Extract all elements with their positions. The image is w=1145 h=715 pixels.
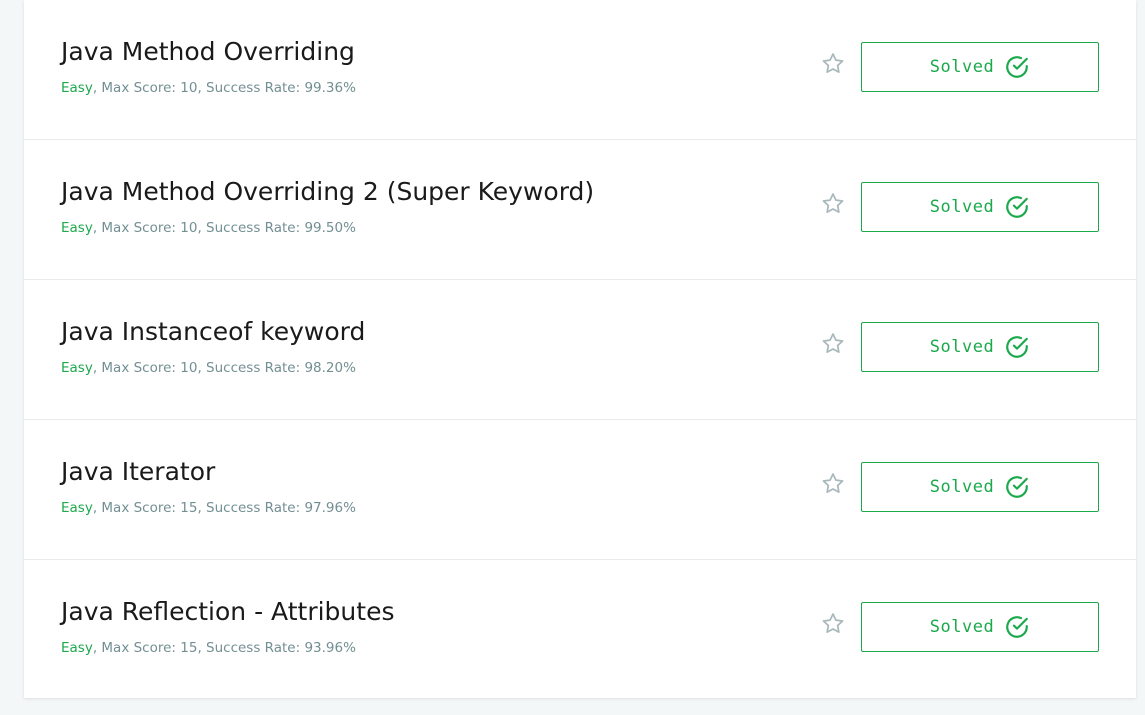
challenge-title[interactable]: Java Reflection - Attributes (61, 597, 394, 626)
check-circle-icon (1006, 476, 1029, 498)
challenge-meta: Easy, Max Score: 10, Success Rate: 99.50… (61, 220, 356, 236)
difficulty-label: Easy (61, 80, 93, 96)
solved-label: Solved (929, 477, 995, 497)
solved-button[interactable]: Solved (861, 42, 1099, 92)
check-circle-icon (1006, 196, 1029, 218)
challenge-row: Java Reflection - Attributes Easy, Max S… (24, 560, 1136, 700)
challenge-title[interactable]: Java Iterator (61, 457, 215, 486)
star-outline-icon[interactable] (820, 611, 846, 637)
challenge-meta: Easy, Max Score: 15, Success Rate: 93.96… (61, 640, 356, 656)
solved-button[interactable]: Solved (861, 602, 1099, 652)
challenge-row: Java Method Overriding Easy, Max Score: … (24, 0, 1136, 140)
challenge-row: Java Instanceof keyword Easy, Max Score:… (24, 280, 1136, 420)
solved-label: Solved (929, 57, 995, 77)
challenge-title[interactable]: Java Instanceof keyword (61, 317, 365, 346)
difficulty-label: Easy (61, 220, 93, 236)
solved-label: Solved (929, 337, 995, 357)
challenge-row: Java Iterator Easy, Max Score: 15, Succe… (24, 420, 1136, 560)
solved-label: Solved (929, 617, 995, 637)
challenge-details: , Max Score: 15, Success Rate: 97.96% (92, 500, 356, 516)
difficulty-label: Easy (61, 500, 93, 516)
star-outline-icon[interactable] (820, 331, 846, 357)
challenge-details: , Max Score: 10, Success Rate: 99.50% (92, 220, 356, 236)
challenge-title[interactable]: Java Method Overriding 2 (Super Keyword) (61, 177, 594, 206)
challenge-details: , Max Score: 10, Success Rate: 98.20% (92, 360, 356, 376)
difficulty-label: Easy (61, 360, 93, 376)
challenge-meta: Easy, Max Score: 15, Success Rate: 97.96… (61, 500, 356, 516)
solved-button[interactable]: Solved (861, 462, 1099, 512)
challenge-details: , Max Score: 10, Success Rate: 99.36% (92, 80, 356, 96)
check-circle-icon (1006, 56, 1029, 78)
solved-label: Solved (929, 197, 995, 217)
check-circle-icon (1006, 616, 1029, 638)
star-outline-icon[interactable] (820, 471, 846, 497)
challenge-row: Java Method Overriding 2 (Super Keyword)… (24, 140, 1136, 280)
challenge-title[interactable]: Java Method Overriding (61, 37, 355, 66)
challenge-meta: Easy, Max Score: 10, Success Rate: 99.36… (61, 80, 356, 96)
difficulty-label: Easy (61, 640, 93, 656)
challenge-meta: Easy, Max Score: 10, Success Rate: 98.20… (61, 360, 356, 376)
check-circle-icon (1006, 336, 1029, 358)
star-outline-icon[interactable] (820, 51, 846, 77)
challenge-list: Java Method Overriding Easy, Max Score: … (24, 0, 1136, 698)
star-outline-icon[interactable] (820, 191, 846, 217)
solved-button[interactable]: Solved (861, 322, 1099, 372)
challenge-details: , Max Score: 15, Success Rate: 93.96% (92, 640, 356, 656)
solved-button[interactable]: Solved (861, 182, 1099, 232)
